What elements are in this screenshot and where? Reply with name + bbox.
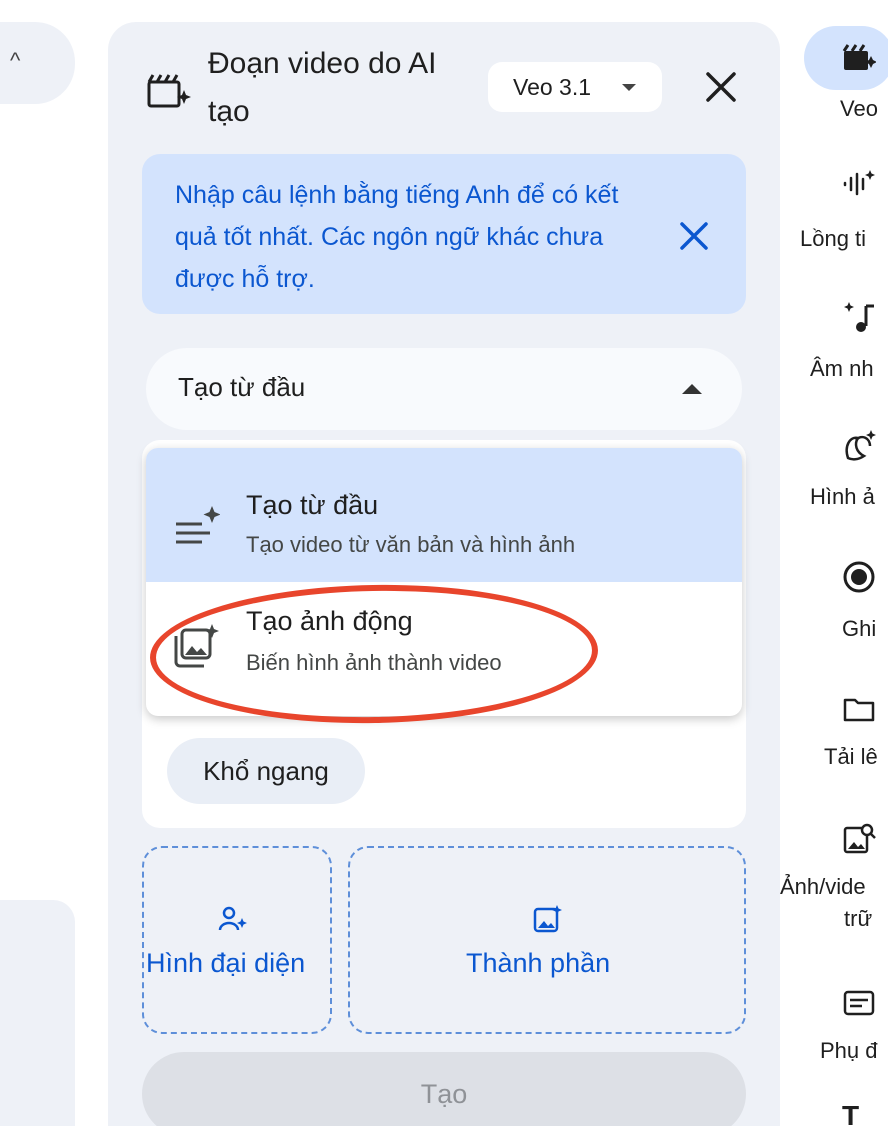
banner-text: Nhập câu lệnh bằng tiếng Anh để có kết q… xyxy=(175,181,619,293)
close-icon[interactable] xyxy=(700,66,742,108)
rail-item-label: Phụ đ xyxy=(820,1038,878,1063)
banner-close-icon[interactable] xyxy=(676,218,712,254)
rail-item-label: Hình ả xyxy=(810,484,875,509)
menu-item-title: Tạo ảnh động xyxy=(246,606,413,636)
chevron-up-icon[interactable]: ^ xyxy=(10,48,20,74)
model-select[interactable]: Veo 3.1 xyxy=(488,62,662,112)
caret-up-icon xyxy=(682,384,702,394)
generation-mode-menu: Tạo từ đầu Tạo video từ văn bản và hình … xyxy=(146,448,742,716)
aspect-ratio-chip[interactable]: Khổ ngang xyxy=(167,738,365,804)
model-select-value: Veo 3.1 xyxy=(513,73,592,100)
generation-mode-select[interactable]: Tạo từ đầu xyxy=(146,348,742,430)
generation-mode-value: Tạo từ đầu xyxy=(178,372,306,402)
photo-sparkle-icon xyxy=(174,624,219,668)
text-sparkle-icon xyxy=(176,506,220,544)
rail-item-music[interactable]: Âm nh xyxy=(780,294,888,394)
ingredients-label: Thành phần xyxy=(466,948,611,978)
language-info-banner: Nhập câu lệnh bằng tiếng Anh để có kết q… xyxy=(142,154,746,314)
music-sparkle-icon xyxy=(844,302,874,332)
menu-item-title: Tạo từ đầu xyxy=(246,490,379,520)
rail-item-stock-media[interactable]: Ảnh/vide trữ xyxy=(780,818,888,938)
rail-item-label: Ảnh/vide xyxy=(780,874,866,899)
rail-item-label: Tải lê xyxy=(824,744,878,769)
left-panel-card xyxy=(0,900,75,1126)
subtitles-icon xyxy=(843,990,875,1016)
menu-item-animate-photo[interactable]: Tạo ảnh động Biến hình ảnh thành video xyxy=(146,582,742,716)
text-icon: T xyxy=(842,1104,860,1126)
menu-item-subtitle: Biến hình ảnh thành video xyxy=(246,650,502,675)
rail-item-label: Ghi xyxy=(842,616,877,641)
rail-item-record[interactable]: Ghi xyxy=(780,556,888,656)
rail-item-upload[interactable]: Tải lê xyxy=(780,688,888,788)
image-search-icon xyxy=(843,823,876,854)
caret-down-icon xyxy=(622,84,636,91)
rail-item-label: Veo xyxy=(840,96,878,121)
image-sparkle-icon xyxy=(533,905,562,933)
right-tool-rail: Veo Lồng ti Âm nh Hình ả Ghi Tải lê Ảnh/… xyxy=(780,0,888,1126)
audio-sparkle-icon xyxy=(843,170,875,196)
rail-item-subtitles[interactable]: Phụ đ xyxy=(780,982,888,1072)
rail-item-image[interactable]: Hình ả xyxy=(780,424,888,524)
rail-item-label-line2: trữ xyxy=(844,906,873,931)
rail-item-voiceover[interactable]: Lồng ti xyxy=(780,160,888,260)
banana-icon xyxy=(845,430,876,461)
ingredients-input-box[interactable]: Thành phần xyxy=(348,846,746,1034)
rail-item-text[interactable]: T xyxy=(780,1104,888,1126)
person-add-icon xyxy=(218,906,247,931)
generate-button[interactable]: Tạo xyxy=(142,1052,746,1126)
avatar-input-box[interactable]: Hình đại diện xyxy=(142,846,332,1034)
video-sparkle-icon xyxy=(147,74,191,108)
rail-item-label: Lồng ti xyxy=(800,226,867,251)
panel-title: Đoạn video do AI tạo xyxy=(208,47,437,128)
record-icon xyxy=(843,561,875,593)
menu-item-from-scratch[interactable]: Tạo từ đầu Tạo video từ văn bản và hình … xyxy=(146,448,742,582)
left-collapse-panel[interactable]: ^ xyxy=(0,22,75,104)
rail-item-veo[interactable]: Veo xyxy=(780,30,888,126)
menu-item-subtitle: Tạo video từ văn bản và hình ảnh xyxy=(246,532,576,557)
veo-clapper-icon xyxy=(842,44,876,70)
avatar-label: Hình đại diện xyxy=(146,948,306,978)
rail-item-label: Âm nh xyxy=(810,356,874,381)
folder-icon xyxy=(843,698,875,722)
